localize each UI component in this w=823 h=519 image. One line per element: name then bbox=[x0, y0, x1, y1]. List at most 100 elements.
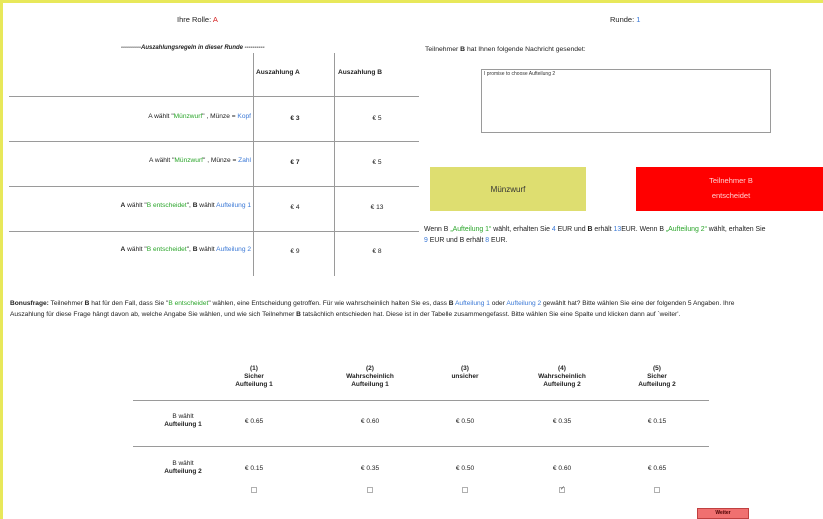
belief-column-header: (5) Sicher Aufteilung 2 bbox=[612, 365, 702, 389]
row-text: " , Münze = bbox=[202, 113, 238, 120]
choice-text: B entscheidet bbox=[146, 202, 187, 209]
bonus-line: Bonusfrage: Teilnehmer B hat für den Fal… bbox=[10, 298, 823, 309]
experiment-screen: Ihre Rolle: A Runde: 1 ----------Auszahl… bbox=[3, 3, 823, 519]
bonus-text: gewählt hat? Bitte wählen Sie eine der f… bbox=[541, 300, 735, 307]
role-value: A bbox=[212, 15, 218, 24]
column-label: Aufteilung 2 bbox=[543, 381, 581, 388]
outcome-text: Kopf bbox=[237, 113, 251, 120]
column-label: Aufteilung 2 bbox=[638, 381, 676, 388]
row-label-line: B wählt bbox=[172, 413, 194, 420]
weiter-button[interactable]: Weiter bbox=[697, 508, 749, 519]
belief-column-header: (1) Sicher Aufteilung 1 bbox=[209, 365, 299, 389]
choice-text: Münzwurf bbox=[174, 157, 204, 164]
belief-cell: € 0.50 bbox=[455, 465, 475, 472]
table-row: A wählt "B entscheidet", B wählt Aufteil… bbox=[43, 246, 251, 253]
row-divider bbox=[9, 141, 419, 142]
role-label: Ihre Rolle: bbox=[177, 15, 212, 24]
info-text: erhält bbox=[592, 226, 614, 233]
outcome-info: Wenn B „Aufteilung 1“ wählt, erhalten Si… bbox=[424, 224, 823, 246]
column-3-checkbox[interactable] bbox=[462, 487, 468, 493]
payout-a-value: € 4 bbox=[290, 204, 300, 211]
column-header-payout-a: Auszahlung A bbox=[256, 69, 300, 76]
bonus-question: Bonusfrage: Teilnehmer B hat für den Fal… bbox=[10, 298, 823, 320]
row-text: " , Münze = bbox=[203, 157, 239, 164]
belief-cell: € 0.35 bbox=[360, 465, 380, 472]
outcome-info-line: 9 EUR und B erhält 8 EUR. bbox=[424, 235, 823, 246]
column-label: Wahrscheinlich bbox=[346, 373, 394, 380]
column-label: Wahrscheinlich bbox=[538, 373, 586, 380]
column-2-checkbox[interactable] bbox=[367, 487, 373, 493]
bonus-choice: B entscheidet bbox=[168, 300, 209, 307]
round-indicator: Runde: 1 bbox=[610, 15, 640, 24]
payout-b-value: € 5 bbox=[372, 159, 382, 166]
belief-row-label: B wählt Aufteilung 2 bbox=[143, 460, 223, 476]
column-number: (5) bbox=[653, 365, 661, 372]
column-4-checkbox[interactable] bbox=[559, 485, 565, 493]
column-number: (3) bbox=[461, 365, 469, 372]
bonus-text: Auszahlung für diese Frage hängt davon a… bbox=[10, 311, 297, 318]
info-text: EUR und bbox=[555, 226, 588, 233]
bonus-text: oder bbox=[489, 300, 507, 307]
coin-flip-button[interactable]: Münzwurf bbox=[430, 167, 586, 211]
bonus-text: " wählen, eine Entscheidung getroffen. F… bbox=[208, 300, 449, 307]
belief-column-header: (2) Wahrscheinlich Aufteilung 1 bbox=[325, 365, 415, 389]
bonus-option: Aufteilung 1 bbox=[455, 300, 490, 307]
belief-cell: € 0.65 bbox=[647, 465, 667, 472]
payout-b-value: € 13 bbox=[370, 204, 384, 211]
belief-cell: € 0.15 bbox=[647, 418, 667, 425]
belief-cell: € 0.60 bbox=[360, 418, 380, 425]
info-text: Wenn B bbox=[424, 226, 451, 233]
info-choice: „Aufteilung 1“ bbox=[450, 226, 492, 233]
column-label: unsicher bbox=[451, 373, 479, 380]
column-label: Aufteilung 1 bbox=[235, 381, 273, 388]
bonus-line: Auszahlung für diese Frage hängt davon a… bbox=[10, 309, 823, 320]
message-intro-text: hat Ihnen folgende Nachricht gesendet: bbox=[465, 46, 586, 53]
row-text: wählt " bbox=[125, 246, 147, 253]
row-divider bbox=[9, 96, 419, 97]
table-row: A wählt "B entscheidet", B wählt Aufteil… bbox=[43, 202, 251, 209]
role-indicator: Ihre Rolle: A bbox=[177, 15, 218, 24]
bonus-label: Bonusfrage: bbox=[10, 300, 49, 307]
payout-a-value: € 3 bbox=[290, 115, 300, 122]
column-label: Aufteilung 1 bbox=[351, 381, 389, 388]
b-decides-label: entscheidet bbox=[711, 191, 751, 200]
row-text: wählt bbox=[197, 246, 217, 253]
choice-text: B entscheidet bbox=[146, 246, 187, 253]
table-divider bbox=[253, 53, 254, 276]
row-divider bbox=[133, 446, 709, 447]
message-text: I promise to choose Aufteilung 2 bbox=[484, 71, 556, 77]
row-text: A wählt " bbox=[148, 113, 174, 120]
info-text: wählt, erhalten Sie bbox=[706, 226, 766, 233]
bonus-option: Aufteilung 2 bbox=[506, 300, 542, 307]
belief-cell: € 0.60 bbox=[552, 465, 572, 472]
column-number: (2) bbox=[366, 365, 374, 372]
payout-b-value: € 5 bbox=[372, 115, 382, 122]
row-label-line: Aufteilung 1 bbox=[164, 421, 202, 428]
payout-b-value: € 8 bbox=[372, 248, 382, 255]
bonus-text: Teilnehmer bbox=[48, 300, 85, 307]
column-label: Sicher bbox=[244, 373, 264, 380]
belief-row-label: B wählt Aufteilung 1 bbox=[143, 413, 223, 429]
round-label: Runde: bbox=[610, 15, 635, 24]
column-1-checkbox[interactable] bbox=[251, 487, 257, 493]
column-5-checkbox[interactable] bbox=[654, 487, 660, 493]
payout-a-value: € 7 bbox=[290, 159, 300, 166]
info-text: wählt, erhalten Sie bbox=[491, 226, 552, 233]
column-header-payout-b: Auszahlung B bbox=[338, 69, 382, 76]
info-text: EUR. Wenn B bbox=[621, 226, 666, 233]
row-divider bbox=[9, 186, 419, 187]
outcome-text: Zahl bbox=[238, 157, 251, 164]
belief-cell: € 0.65 bbox=[244, 418, 264, 425]
belief-cell: € 0.50 bbox=[455, 418, 475, 425]
b-decides-button[interactable]: Teilnehmer B entscheidet bbox=[636, 167, 823, 211]
coin-flip-label: Münzwurf bbox=[490, 184, 526, 194]
choice-text: Münzwurf bbox=[173, 113, 203, 120]
belief-cell: € 0.35 bbox=[552, 418, 572, 425]
bonus-actor: B bbox=[448, 300, 454, 307]
message-box: I promise to choose Aufteilung 2 bbox=[481, 69, 771, 133]
row-text: wählt bbox=[197, 202, 217, 209]
belief-column-header: (3) unsicher bbox=[420, 365, 510, 381]
info-text: EUR und B erhält bbox=[427, 237, 486, 244]
row-label-line: B wählt bbox=[172, 460, 194, 467]
payout-table-title: ----------Auszahlungsregeln in dieser Ru… bbox=[121, 45, 265, 51]
